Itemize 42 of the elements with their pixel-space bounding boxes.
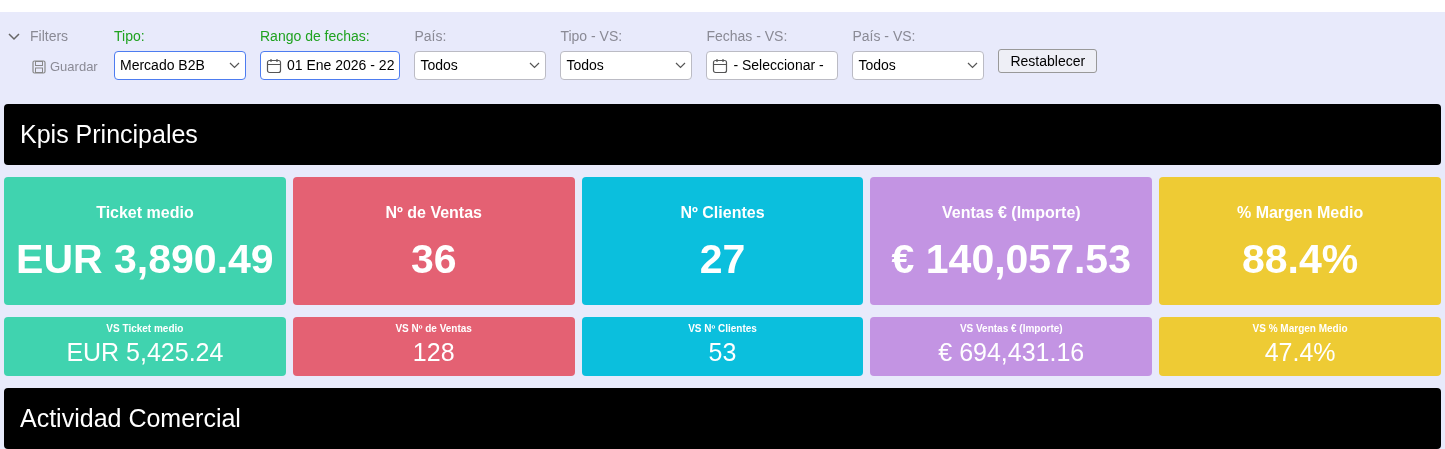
- save-icon: [32, 59, 46, 74]
- calendar-icon: [266, 57, 282, 74]
- field-label: Fechas - VS:: [706, 27, 789, 46]
- kpi-title: Nº Clientes: [680, 203, 765, 223]
- kpi-value: 53: [708, 337, 737, 368]
- kpi-value: 128: [412, 337, 455, 368]
- dropdown[interactable]: Todos: [560, 51, 693, 80]
- date-range-field[interactable]: 01 Ene 2026 - 22: [260, 51, 401, 80]
- caret-icon: [529, 62, 541, 69]
- kpi-value: 36: [410, 235, 457, 284]
- date-range-field[interactable]: - Seleccionar -: [706, 51, 839, 80]
- kpi-value: € 694,431.16: [938, 337, 1085, 368]
- caret-icon: [675, 62, 687, 69]
- kpi-value: 47.4%: [1264, 337, 1336, 368]
- kpi-value: 88.4%: [1241, 235, 1359, 284]
- field-label: Tipo:: [114, 27, 146, 46]
- kpi-title: Ventas € (Importe): [941, 203, 1081, 223]
- field-label: Tipo - VS:: [560, 27, 624, 46]
- section-header: Actividad Comercial: [4, 388, 1441, 449]
- kpi-value: EUR 3,890.49: [16, 235, 274, 284]
- kpi-value: € 140,057.53: [891, 235, 1131, 284]
- kpi-value: 27: [699, 235, 746, 284]
- kpi-title: Ticket medio: [96, 203, 194, 223]
- dropdown[interactable]: Todos: [414, 51, 547, 80]
- field-label: Rango de fechas:: [260, 27, 371, 46]
- section-header: Kpis Principales: [4, 104, 1441, 165]
- field-label: País - VS:: [852, 27, 917, 46]
- kpi-title: VS Nº de Ventas: [395, 322, 472, 336]
- kpi-title: % Margen Medio: [1236, 203, 1364, 223]
- kpi-title: VS Ventas € (Importe): [959, 322, 1063, 336]
- kpi-title: Nº de Ventas: [385, 203, 482, 223]
- kpi-title: VS Nº Clientes: [688, 322, 757, 336]
- dropdown[interactable]: Todos: [852, 51, 985, 80]
- kpi-title: VS Ticket medio: [106, 322, 184, 336]
- kpi-title: VS % Margen Medio: [1252, 322, 1348, 336]
- dropdown[interactable]: Mercado B2B: [114, 51, 246, 80]
- reset-button[interactable]: Restablecer: [998, 49, 1098, 73]
- kpi-value: EUR 5,425.24: [66, 337, 224, 368]
- calendar-icon: [712, 57, 729, 74]
- field-label: País:: [414, 27, 448, 46]
- caret-icon: [229, 62, 240, 69]
- caret-icon: [967, 62, 979, 69]
